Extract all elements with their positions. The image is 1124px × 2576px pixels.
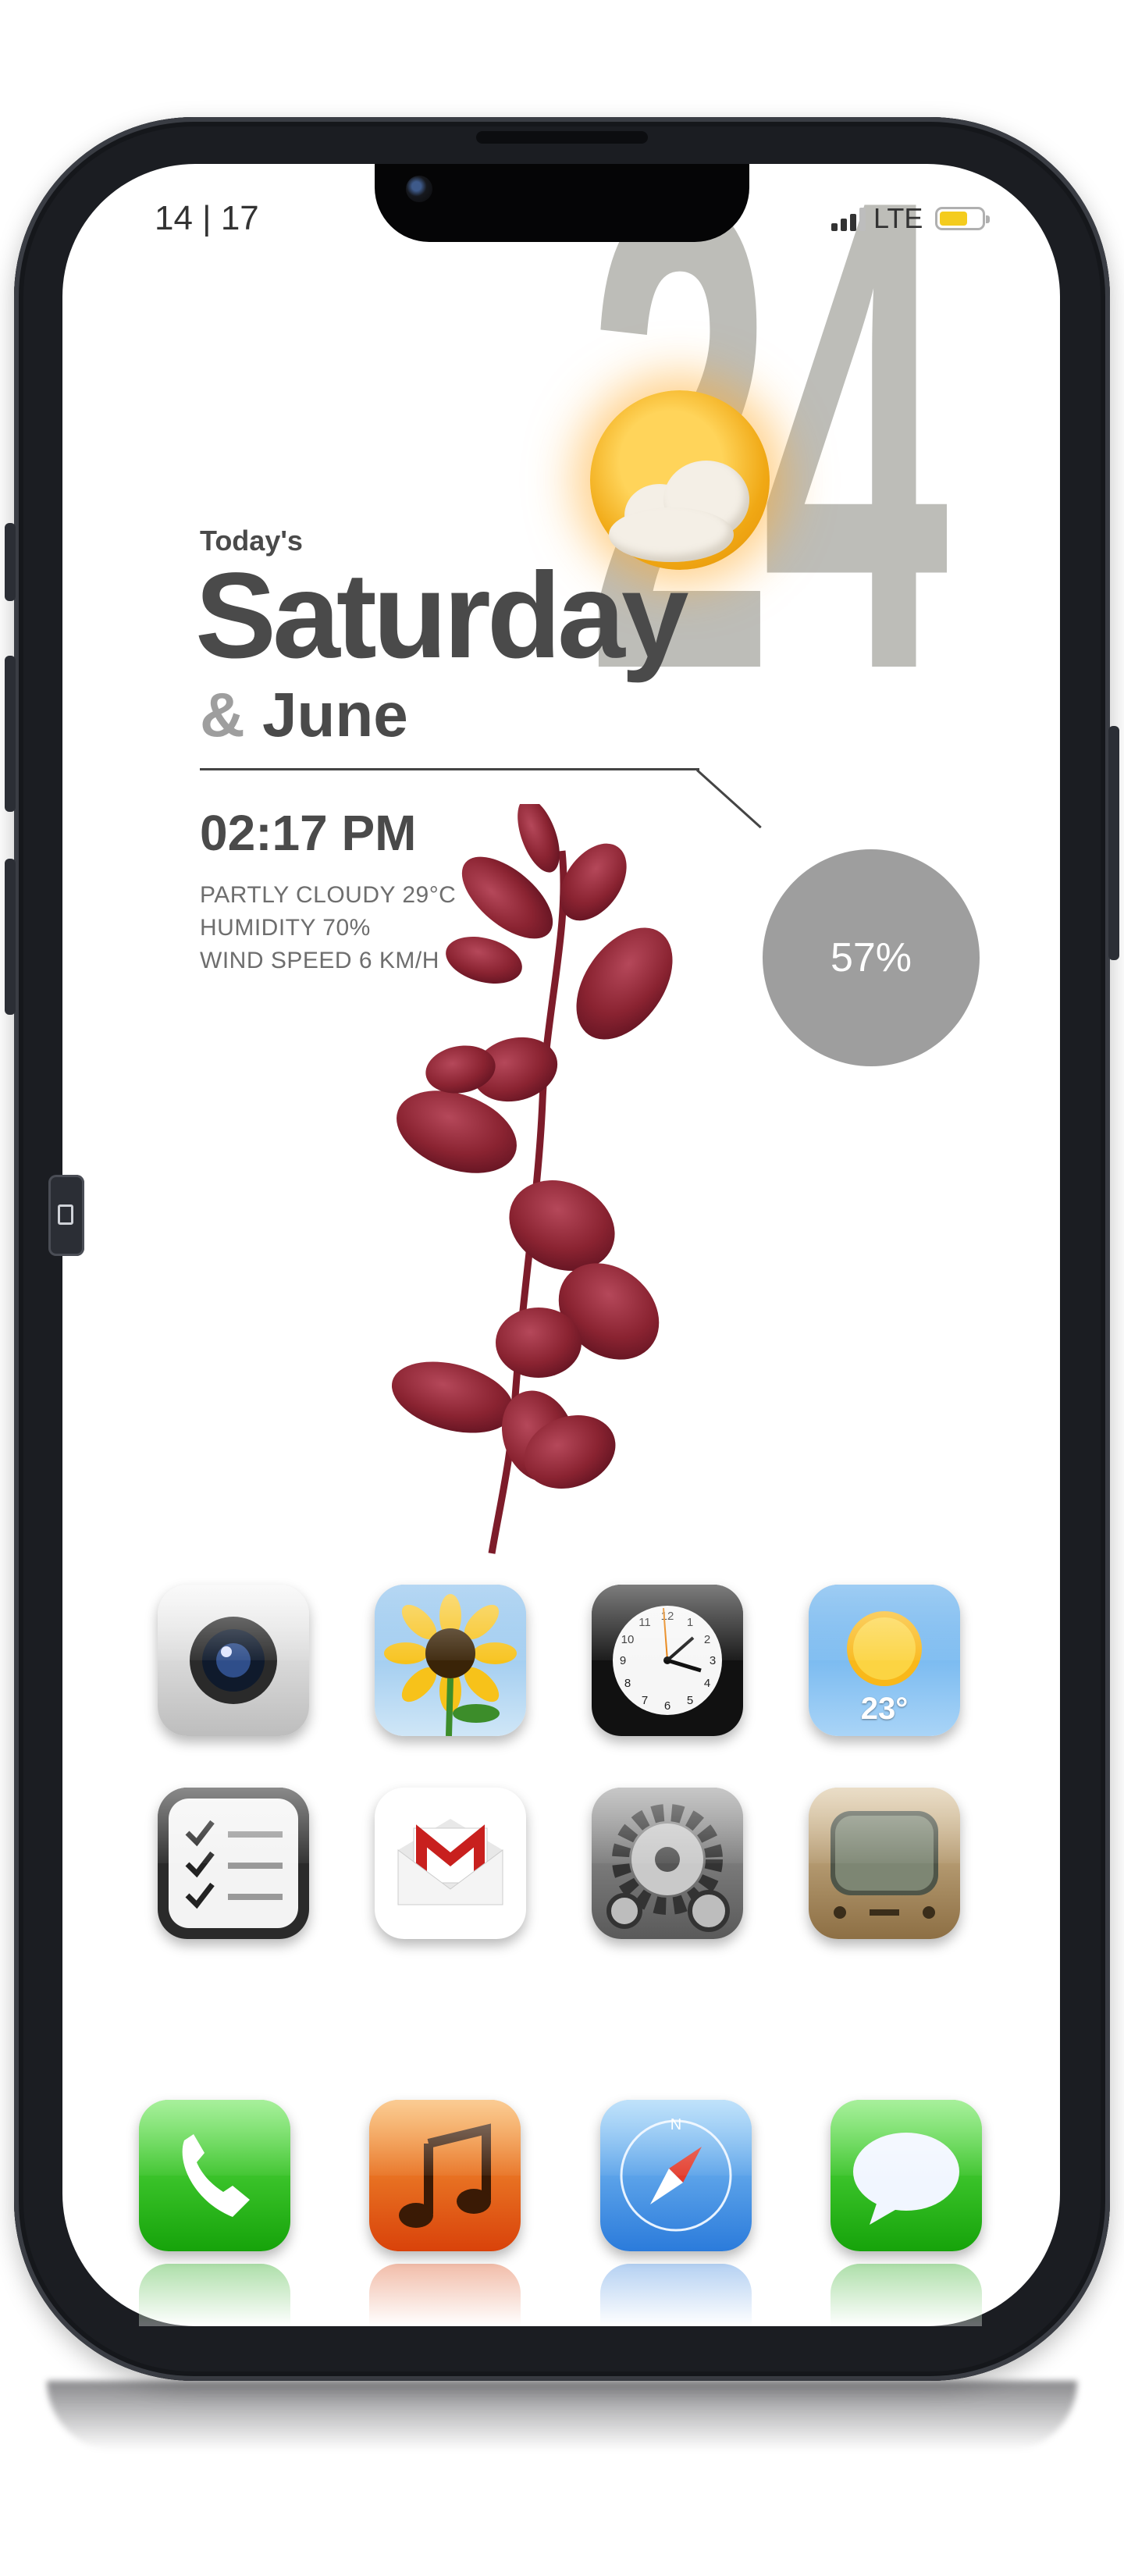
status-time: 14 | 17 <box>155 199 259 237</box>
side-panel-handle[interactable] <box>48 1175 84 1256</box>
svg-text:12: 12 <box>661 1610 674 1623</box>
svg-text:11: 11 <box>638 1616 651 1629</box>
camera-icon <box>190 1617 277 1704</box>
tv-icon <box>831 1811 938 1919</box>
phone-reflection <box>47 2381 1077 2451</box>
network-label: LTE <box>873 202 923 234</box>
sunflower-icon <box>384 1594 517 1736</box>
compass-icon: N <box>620 2116 732 2232</box>
month-row: & June <box>200 679 408 751</box>
music-app-reflection <box>369 2264 521 2326</box>
svg-text:N: N <box>670 2116 681 2133</box>
volume-up-button <box>5 656 16 812</box>
music-note-icon <box>399 2123 491 2228</box>
camera-app[interactable] <box>158 1585 309 1736</box>
safari-app-reflection <box>600 2264 752 2326</box>
svg-text:1: 1 <box>687 1616 693 1629</box>
svg-text:6: 6 <box>664 1699 670 1713</box>
panel-icon <box>58 1204 73 1225</box>
checklist-icon <box>169 1799 298 1928</box>
phone-app-reflection <box>139 2264 290 2326</box>
safari-app[interactable]: N <box>600 2100 752 2251</box>
gmail-app[interactable] <box>375 1788 526 1939</box>
youtube-app[interactable] <box>809 1788 960 1939</box>
music-app[interactable] <box>369 2100 521 2251</box>
photos-app[interactable] <box>375 1585 526 1736</box>
svg-text:7: 7 <box>642 1694 648 1707</box>
phone-icon <box>182 2134 250 2217</box>
humidity-text: HUMIDITY 70% <box>200 915 371 941</box>
battery-icon <box>935 207 991 230</box>
front-camera <box>406 176 432 202</box>
ampersand: & <box>200 680 245 749</box>
power-button <box>1108 726 1119 960</box>
settings-app[interactable] <box>592 1788 743 1939</box>
svg-text:9: 9 <box>620 1654 626 1667</box>
action-button <box>5 523 16 601</box>
phone-app[interactable] <box>139 2100 290 2251</box>
signal-icon <box>831 206 866 231</box>
battery-percent: 57% <box>830 935 912 980</box>
month-text: June <box>262 680 408 749</box>
earpiece-speaker <box>476 131 648 144</box>
divider-line <box>200 768 699 770</box>
svg-text:10: 10 <box>621 1633 635 1646</box>
svg-text:4: 4 <box>704 1677 710 1690</box>
home-screen: 24 Today's Saturday & June 02:17 PM PART… <box>62 164 1060 2326</box>
volume-down-button <box>5 859 16 1015</box>
messages-app-reflection <box>831 2264 982 2326</box>
weather-temp: 23° <box>860 1692 909 1726</box>
svg-text:8: 8 <box>624 1677 631 1690</box>
gears-icon <box>606 1804 730 1932</box>
weekday-text: Saturday <box>195 548 689 684</box>
svg-text:2: 2 <box>704 1633 710 1646</box>
clock-icon: 12 6 3 9 12 45 78 1011 <box>613 1606 722 1715</box>
battery-percent-circle: 57% <box>763 849 980 1066</box>
reminders-app[interactable] <box>158 1788 309 1939</box>
svg-text:5: 5 <box>687 1694 693 1707</box>
clock-app[interactable]: 12 6 3 9 1 2 4 5 7 8 10 11 <box>592 1585 743 1736</box>
notch <box>375 164 749 242</box>
svg-text:3: 3 <box>710 1654 716 1667</box>
status-indicators: LTE <box>831 201 991 236</box>
weather-app[interactable]: 23° <box>809 1585 960 1736</box>
gmail-icon <box>397 1819 503 1905</box>
speech-bubble-icon <box>853 2133 959 2225</box>
plant-wallpaper <box>391 804 673 1554</box>
messages-app[interactable] <box>831 2100 982 2251</box>
